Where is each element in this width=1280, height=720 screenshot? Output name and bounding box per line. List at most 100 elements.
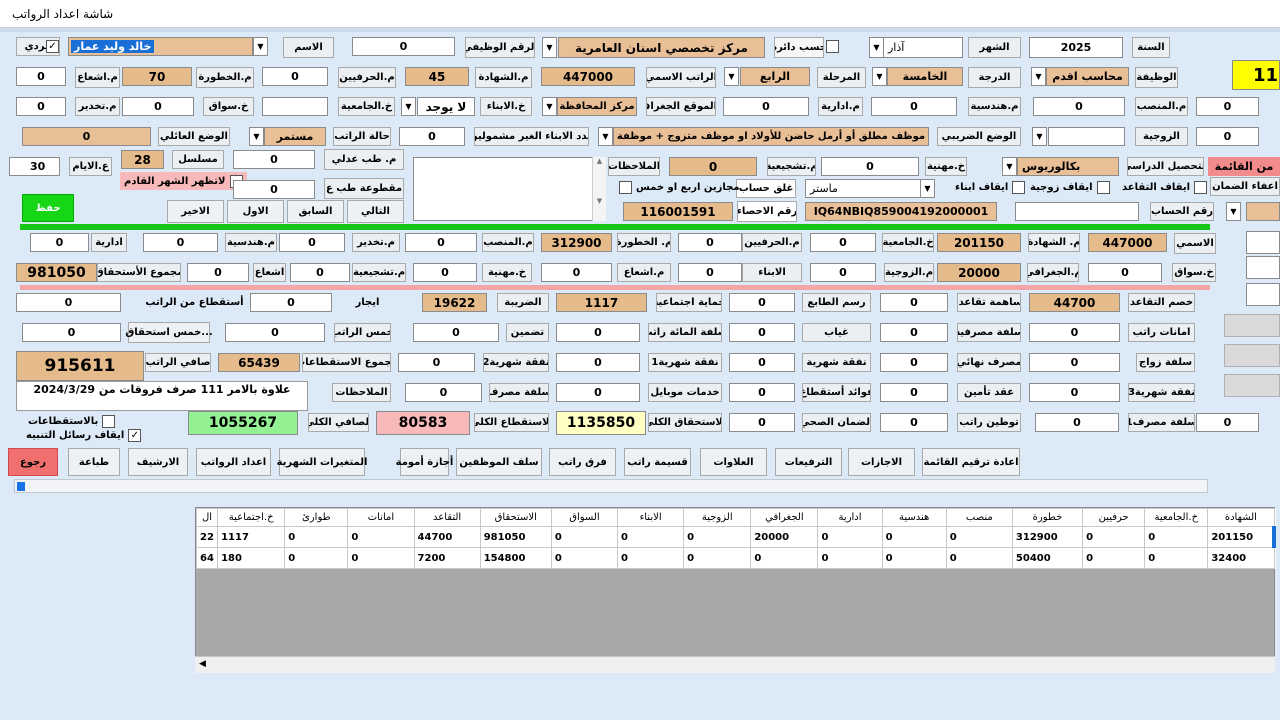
retirement-contribution-value[interactable]: 0: [880, 293, 948, 312]
insurance-value[interactable]: 0: [413, 323, 499, 342]
hundred-salary-loan-value[interactable]: 0: [556, 323, 640, 342]
bank-expense-value[interactable]: 0: [405, 383, 482, 402]
leaves-button[interactable]: الاجازات: [848, 448, 915, 476]
side-button-2[interactable]: [1224, 344, 1280, 367]
mobile-services-value[interactable]: 0: [556, 383, 640, 402]
education-chevron-down-icon[interactable]: ▼: [1002, 157, 1017, 176]
days-input[interactable]: 30: [9, 157, 60, 176]
stop-retirement-option[interactable]: ايقاف التقاعد: [1122, 178, 1208, 196]
grade-chevron-down-icon[interactable]: ▼: [872, 67, 887, 86]
loan1-extra-value[interactable]: 0: [1196, 413, 1259, 432]
statistics-number-input[interactable]: 116001591: [623, 202, 733, 221]
table-cell[interactable]: 0: [817, 547, 883, 569]
iban-input[interactable]: IQ64NBIQ859004192000001: [805, 202, 997, 221]
by-circle-checkbox[interactable]: [826, 40, 839, 53]
table-column-header[interactable]: امانات: [347, 508, 415, 527]
spouse-input[interactable]: [1048, 127, 1125, 146]
position-extra-input[interactable]: 0: [1196, 97, 1259, 116]
table-cell[interactable]: 0: [550, 547, 619, 569]
salary-state-chevron-down-icon[interactable]: ▼: [249, 127, 264, 146]
geo-location-chevron-down-icon[interactable]: ▼: [542, 97, 557, 116]
table-cell[interactable]: 201150: [1207, 526, 1277, 548]
tax-status-select[interactable]: موظف مطلق أو أرمل حاضن للأولاد او موظف م…: [613, 127, 929, 146]
table-cell[interactable]: 0: [881, 547, 947, 569]
leave-four-five-option[interactable]: مجازين اربع او خمس: [619, 178, 740, 196]
engineering-allowance-input[interactable]: 0: [871, 97, 957, 116]
final-expense-value[interactable]: 0: [880, 353, 948, 372]
side-input-3[interactable]: [1246, 283, 1280, 306]
table-column-header[interactable]: حرفيين: [1082, 508, 1146, 527]
tax-status-chevron-down-icon[interactable]: ▼: [598, 127, 613, 146]
table-cell[interactable]: 20000: [750, 526, 819, 548]
table-cell[interactable]: 0: [945, 526, 1013, 548]
table-column-header[interactable]: الجغرافي: [750, 508, 819, 527]
education-select[interactable]: بكالوريوس: [1017, 157, 1119, 176]
stop-alerts-checkbox[interactable]: ✓: [128, 428, 142, 442]
table-cell[interactable]: 0: [347, 526, 415, 548]
next-button[interactable]: التالي: [347, 200, 404, 223]
promotions-button[interactable]: الترفيعات: [775, 448, 842, 476]
retirement-deduction-value[interactable]: 44700: [1029, 293, 1120, 312]
table-column-header[interactable]: ال: [195, 508, 219, 527]
unincluded-children-input[interactable]: 0: [399, 127, 465, 146]
children-allowance-select[interactable]: لا يوجد: [417, 97, 475, 116]
anesthesia-allowance-input[interactable]: 0: [16, 97, 66, 116]
nominal-salary-value[interactable]: 447000: [541, 67, 635, 86]
side-button-1[interactable]: [1224, 314, 1280, 337]
table-cell[interactable]: 0: [284, 526, 349, 548]
admin-allowance-input[interactable]: 0: [723, 97, 809, 116]
crafts-allowance-input[interactable]: 0: [262, 67, 328, 86]
table-cell[interactable]: 0: [817, 526, 883, 548]
rent-value[interactable]: 0: [250, 293, 332, 312]
account-chevron-down-icon[interactable]: ▼: [1226, 202, 1241, 221]
spouse-chevron-down-icon[interactable]: ▼: [1032, 127, 1047, 146]
table-cell[interactable]: 32400: [1207, 547, 1275, 569]
table-cell[interactable]: 0: [616, 526, 685, 548]
bank-loan1-value[interactable]: 0: [1035, 413, 1119, 432]
table-column-header[interactable]: خطورة: [1011, 508, 1084, 527]
encouragement-input[interactable]: 0: [669, 157, 757, 176]
fifth-salary-value[interactable]: 0: [225, 323, 325, 342]
table-cell[interactable]: 0: [1144, 547, 1209, 569]
table-column-header[interactable]: السواق: [550, 508, 619, 527]
table-cell[interactable]: 44700: [413, 526, 481, 548]
family-status-input[interactable]: 0: [22, 127, 151, 146]
table-cell[interactable]: 180: [217, 547, 286, 569]
account-number-input[interactable]: [1015, 202, 1139, 221]
table-column-header[interactable]: طوارئ: [284, 508, 349, 527]
position-allowance-input[interactable]: 0: [1033, 97, 1125, 116]
driver-allowance-input[interactable]: 0: [122, 97, 194, 116]
tax-value[interactable]: 19622: [422, 293, 487, 312]
monthly-variables-button[interactable]: المتغيرات الشهرية: [277, 448, 367, 476]
month-select[interactable]: آذار: [883, 37, 963, 58]
table-cell[interactable]: 64: [195, 547, 219, 569]
table-column-header[interactable]: الاستحقاق: [479, 508, 552, 527]
salary-table-container[interactable]: الشهادة خ.الجامعية حرفيين خطورة منصب هندسية اد…: [195, 507, 1277, 673]
table-cell[interactable]: 0: [1082, 547, 1146, 569]
side-input-1[interactable]: [1246, 231, 1280, 254]
stop-children-checkbox[interactable]: [1012, 180, 1026, 194]
scroll-left-icon[interactable]: ◀: [199, 659, 206, 669]
name-chevron-down-icon[interactable]: ▼: [253, 37, 268, 56]
certificate-allowance-input[interactable]: 45: [405, 67, 469, 86]
danger-allowance-input[interactable]: 70: [122, 67, 192, 86]
save-button[interactable]: حفظ: [22, 194, 74, 222]
table-column-header[interactable]: هندسية: [881, 508, 947, 527]
stage-chevron-down-icon[interactable]: ▼: [724, 67, 739, 86]
stop-children-option[interactable]: ايقاف ابناء: [955, 178, 1026, 196]
department-select[interactable]: مركز تخصصي اسنان العامرية: [558, 37, 765, 58]
employee-loans-button[interactable]: سلف الموظفين: [456, 448, 542, 476]
side-button-3[interactable]: [1224, 374, 1280, 397]
hide-next-month-option[interactable]: لاتظهر الشهر القادم: [120, 172, 247, 190]
monthly-alimony1-value[interactable]: 0: [556, 353, 640, 372]
table-cell[interactable]: 0: [284, 547, 349, 569]
table-cell[interactable]: 154800: [479, 547, 552, 569]
renumber-list-button[interactable]: اعادة ترقيم القائمة: [922, 448, 1020, 476]
absence-value[interactable]: 0: [729, 323, 795, 342]
degree-chevron-down-icon[interactable]: ▼: [920, 179, 935, 198]
table-cell[interactable]: 0: [616, 547, 685, 569]
table-cell[interactable]: 0: [683, 547, 752, 569]
forensic-input[interactable]: 0: [233, 150, 315, 169]
stop-spouse-checkbox[interactable]: [1096, 180, 1110, 194]
table-cell[interactable]: 22: [195, 526, 219, 548]
